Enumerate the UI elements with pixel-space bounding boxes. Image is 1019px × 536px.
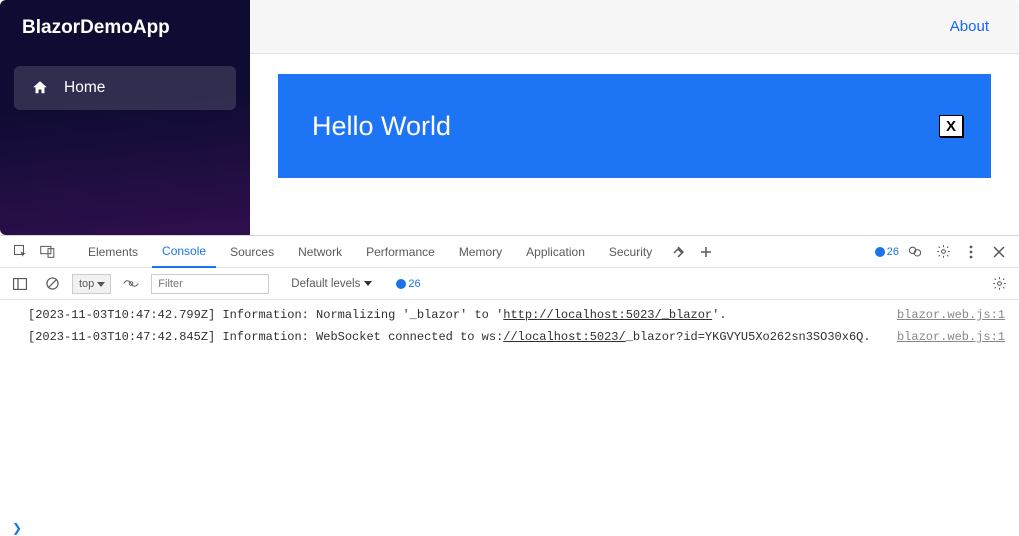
app-window: BlazorDemoApp Home About Hello World X: [0, 0, 1019, 235]
context-value: top: [79, 278, 94, 290]
info-dot-icon: [875, 247, 885, 257]
sidebar: BlazorDemoApp Home: [0, 0, 250, 235]
log-levels-selector[interactable]: Default levels: [291, 278, 372, 290]
app-brand: BlazorDemoApp: [0, 0, 250, 56]
log-message: [2023-11-03T10:47:42.845Z] Information: …: [28, 326, 871, 348]
issues-badge[interactable]: 26: [875, 246, 899, 258]
toolbar-issues-count: 26: [408, 278, 420, 290]
console-sidebar-toggle-icon[interactable]: [8, 272, 32, 296]
topbar: About: [250, 0, 1019, 54]
toolbar-issues-badge[interactable]: 26: [396, 278, 420, 290]
kebab-menu-icon[interactable]: [959, 240, 983, 264]
main-area: About Hello World X: [250, 0, 1019, 235]
feedback-icon[interactable]: [903, 240, 927, 264]
console-settings-icon[interactable]: [987, 272, 1011, 296]
about-link[interactable]: About: [950, 18, 989, 35]
home-icon: [30, 79, 50, 97]
log-source-link[interactable]: blazor.web.js:1: [897, 326, 1005, 348]
sidebar-item-label: Home: [64, 79, 105, 97]
log-levels-label: Default levels: [291, 278, 360, 290]
hello-banner: Hello World X: [278, 74, 991, 178]
tab-application[interactable]: Application: [516, 236, 595, 268]
banner-close-button[interactable]: X: [939, 115, 963, 137]
console-toolbar: top Default levels 26: [0, 268, 1019, 300]
log-entry: [2023-11-03T10:47:42.845Z] Information: …: [28, 326, 1005, 348]
settings-icon[interactable]: [931, 240, 955, 264]
content: Hello World X: [250, 54, 1019, 198]
tab-performance[interactable]: Performance: [356, 236, 445, 268]
filter-input[interactable]: [151, 274, 269, 294]
inspect-icon[interactable]: [8, 240, 32, 264]
sidebar-nav: Home: [0, 56, 250, 120]
log-link[interactable]: http://localhost:5023/_blazor: [503, 308, 712, 322]
log-link[interactable]: //localhost:5023/: [503, 330, 625, 344]
tab-console[interactable]: Console: [152, 236, 216, 268]
more-tabs-icon[interactable]: [666, 240, 690, 264]
info-dot-icon: [396, 279, 406, 289]
live-expression-icon[interactable]: [119, 272, 143, 296]
device-toggle-icon[interactable]: [36, 240, 60, 264]
devtools-tabstrip: Elements Console Sources Network Perform…: [0, 236, 1019, 268]
log-message: [2023-11-03T10:47:42.799Z] Information: …: [28, 304, 727, 326]
tab-memory[interactable]: Memory: [449, 236, 512, 268]
tab-network[interactable]: Network: [288, 236, 352, 268]
sidebar-item-home[interactable]: Home: [14, 66, 236, 110]
devtools-panel: Elements Console Sources Network Perform…: [0, 235, 1019, 532]
issues-count: 26: [887, 246, 899, 258]
log-entry: [2023-11-03T10:47:42.799Z] Information: …: [28, 304, 1005, 326]
clear-console-icon[interactable]: [40, 272, 64, 296]
new-tab-icon[interactable]: [694, 240, 718, 264]
tab-sources[interactable]: Sources: [220, 236, 284, 268]
banner-title: Hello World: [312, 111, 451, 142]
tab-elements[interactable]: Elements: [78, 236, 148, 268]
console-prompt-icon: ❯: [12, 521, 22, 536]
context-selector[interactable]: top: [72, 274, 111, 294]
log-source-link[interactable]: blazor.web.js:1: [897, 304, 1005, 326]
close-devtools-icon[interactable]: [987, 240, 1011, 264]
tab-security[interactable]: Security: [599, 236, 662, 268]
console-log[interactable]: [2023-11-03T10:47:42.799Z] Information: …: [0, 300, 1019, 532]
